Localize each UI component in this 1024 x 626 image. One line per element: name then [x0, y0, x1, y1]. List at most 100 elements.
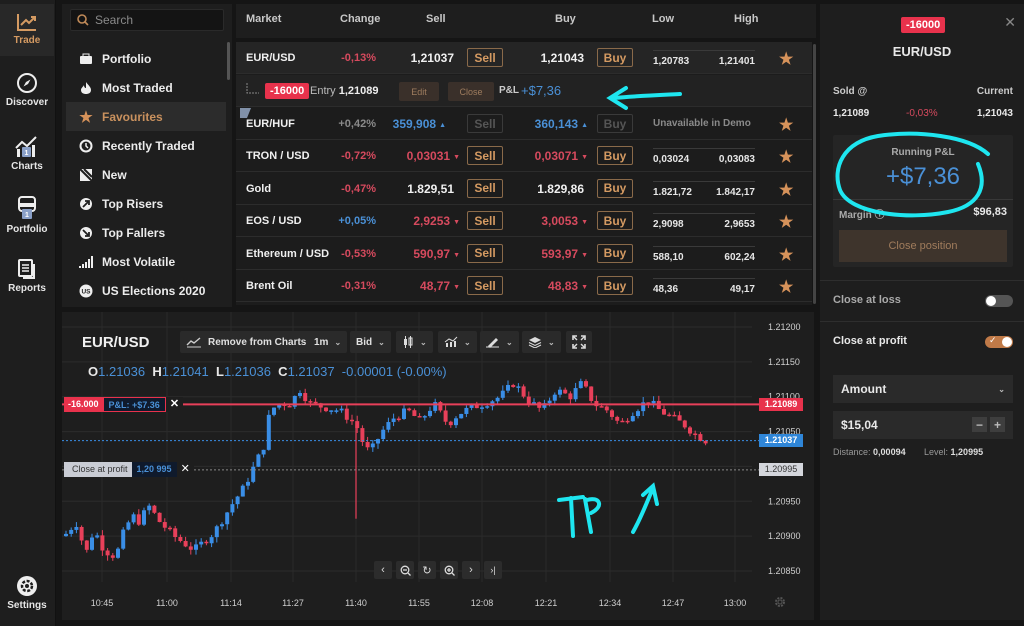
increment-button[interactable]: +: [990, 417, 1005, 432]
running-pnl-box: Running P&L +$7,36 Margin ⓘ $96,83 Close…: [833, 135, 1013, 267]
price-type-select[interactable]: Bid ⌄: [350, 331, 391, 353]
low-value: 588,10: [653, 251, 684, 263]
flame-icon: [78, 81, 94, 95]
edit-position-button[interactable]: Edit: [399, 82, 439, 101]
low-high-range: 588,10 602,24: [653, 245, 755, 264]
drawing-tools-select[interactable]: ⌄: [480, 331, 519, 353]
x-tick-label: 11:14: [220, 598, 242, 608]
high-value: 1,21401: [718, 56, 755, 67]
zoom-in-button[interactable]: [440, 561, 458, 579]
candle-bull: [251, 466, 256, 482]
nav-charts[interactable]: 1 Charts: [0, 134, 54, 172]
x-tick-label: 12:47: [662, 598, 685, 608]
profit-amount-input[interactable]: $15,04 − +: [833, 411, 1013, 439]
close-panel-icon[interactable]: ✕: [1004, 14, 1016, 31]
chevron-left-icon: ‹: [381, 564, 385, 576]
nav-trade-label: Trade: [13, 35, 41, 46]
remove-from-charts-button[interactable]: Remove from Charts: [180, 331, 313, 353]
nav-portfolio[interactable]: 1 Portfolio: [0, 195, 54, 235]
chart-type-select[interactable]: ⌄: [396, 331, 433, 353]
category-most-traded[interactable]: Most Traded: [66, 73, 226, 102]
candle-bull: [391, 418, 396, 423]
search-input[interactable]: Search: [70, 9, 224, 31]
remove-take-profit-icon[interactable]: ✕: [176, 462, 194, 477]
category-recently-traded[interactable]: Recently Traded: [66, 131, 226, 160]
category-top-fallers[interactable]: Top Fallers: [66, 218, 226, 247]
x-tick-label: 11:00: [156, 598, 178, 608]
favourite-star-icon[interactable]: ★: [779, 147, 793, 167]
buy-button[interactable]: Buy: [597, 178, 633, 198]
pnl-label: P&L: [499, 85, 519, 96]
chart-settings-gear-icon[interactable]: [773, 595, 787, 609]
close-position-button[interactable]: Close position: [839, 230, 1007, 262]
position-line-label[interactable]: -16.000 P&L: +$7.36 ✕: [64, 397, 184, 412]
margin-label: Margin ⓘ: [839, 210, 885, 221]
favourite-star-icon[interactable]: ★: [779, 212, 793, 232]
favourite-star-icon[interactable]: ★: [779, 115, 793, 135]
close-at-loss-toggle[interactable]: [985, 295, 1013, 307]
close-at-profit-toggle[interactable]: ✓: [985, 335, 1013, 348]
chevron-down-icon: ⌄: [378, 337, 385, 347]
reset-chart-button[interactable]: ↻: [418, 561, 436, 579]
category-favourites[interactable]: ★ Favourites: [66, 102, 226, 131]
go-to-latest-button[interactable]: ›|: [484, 561, 502, 579]
category-scrollbar[interactable]: [227, 42, 230, 80]
market-row[interactable]: TRON / USD -0,72% 0,03031 ▼ Sell 0,03071 ▼ Buy 0…: [236, 140, 812, 172]
low-value: 1.821,72: [653, 186, 692, 198]
skip-end-icon: ›|: [490, 565, 496, 575]
nav-reports[interactable]: Reports: [0, 258, 54, 294]
buy-button[interactable]: Buy: [597, 48, 633, 67]
market-row-eurhuf[interactable]: EUR/HUF +0,42% 359,908 ▲ Sell 360,143 ▲ Bu…: [236, 108, 812, 140]
decrement-button[interactable]: −: [972, 417, 987, 432]
profit-mode-select[interactable]: Amount ⌄: [833, 375, 1013, 403]
nav-settings[interactable]: Settings: [0, 575, 54, 611]
candle-bear: [407, 408, 412, 411]
category-portfolio[interactable]: Portfolio: [66, 44, 226, 73]
profit-amount-value: $15,04: [841, 418, 878, 432]
category-most-volatile[interactable]: Most Volatile: [66, 247, 226, 276]
category-top-risers[interactable]: Top Risers: [66, 189, 226, 218]
scroll-left-button[interactable]: ‹: [374, 561, 392, 579]
candle-bull: [90, 537, 94, 550]
interval-select[interactable]: 1m ⌄: [308, 331, 348, 353]
layers-select[interactable]: ⌄: [522, 331, 561, 353]
category-new[interactable]: New: [66, 160, 226, 189]
take-profit-label[interactable]: Close at profit 1,20 995 ✕: [64, 462, 194, 477]
market-row[interactable]: Ethereum / USD -0,53% 590,97 ▼ Sell 593,97 ▼ Bu…: [236, 238, 812, 270]
nav-discover[interactable]: Discover: [0, 72, 54, 108]
indicators-select[interactable]: ⌄: [438, 331, 477, 353]
nav-discover-label: Discover: [5, 97, 49, 108]
buy-button[interactable]: Buy: [597, 146, 633, 165]
favourite-star-icon[interactable]: ★: [779, 180, 793, 200]
category-label: Favourites: [102, 109, 163, 124]
nav-trade[interactable]: Trade: [0, 4, 54, 56]
favourite-star-icon[interactable]: ★: [779, 245, 793, 265]
candle-bear: [303, 393, 308, 402]
candle-bear: [308, 401, 313, 403]
market-row-eurusd[interactable]: EUR/USD -0,13% 1,21037 Sell 1,21043 Buy …: [236, 42, 812, 74]
market-scrollbar[interactable]: [813, 44, 816, 304]
market-row[interactable]: Gold -0,47% 1.829,51 Sell 1.829,86 Buy 1.821,7…: [236, 173, 812, 205]
market-row[interactable]: EOS / USD +0,05% 2,9253 ▼ Sell 3,0053 ▼ Buy 2,90…: [236, 205, 812, 237]
close-position-line-icon[interactable]: ✕: [165, 397, 184, 412]
candle-bull: [547, 400, 552, 404]
low-value: 2,9098: [653, 219, 684, 230]
zoom-out-button[interactable]: [396, 561, 414, 579]
buy-button[interactable]: Buy: [597, 243, 633, 263]
fullscreen-button[interactable]: [566, 331, 592, 353]
market-row[interactable]: Brent Oil -0,31% 48,77 ▼ Sell 48,83 ▼ Buy 48,36 4…: [236, 270, 812, 302]
favourite-star-icon[interactable]: ★: [779, 49, 793, 69]
category-us-elections-2020[interactable]: US US Elections 2020: [66, 276, 226, 305]
candle-bull: [256, 454, 261, 467]
close-position-row-button[interactable]: Close: [448, 82, 494, 101]
close-at-loss-label: Close at loss: [833, 294, 901, 306]
candle-bear: [110, 555, 115, 558]
buy-button[interactable]: Buy: [597, 114, 633, 133]
favourite-star-icon[interactable]: ★: [779, 277, 793, 297]
lock-badge-icon: [240, 108, 251, 118]
buy-button[interactable]: Buy: [597, 211, 633, 230]
info-icon[interactable]: ⓘ: [875, 210, 885, 221]
candle-bear: [100, 535, 105, 551]
scroll-right-button[interactable]: ›: [462, 561, 480, 579]
buy-button[interactable]: Buy: [597, 276, 633, 295]
